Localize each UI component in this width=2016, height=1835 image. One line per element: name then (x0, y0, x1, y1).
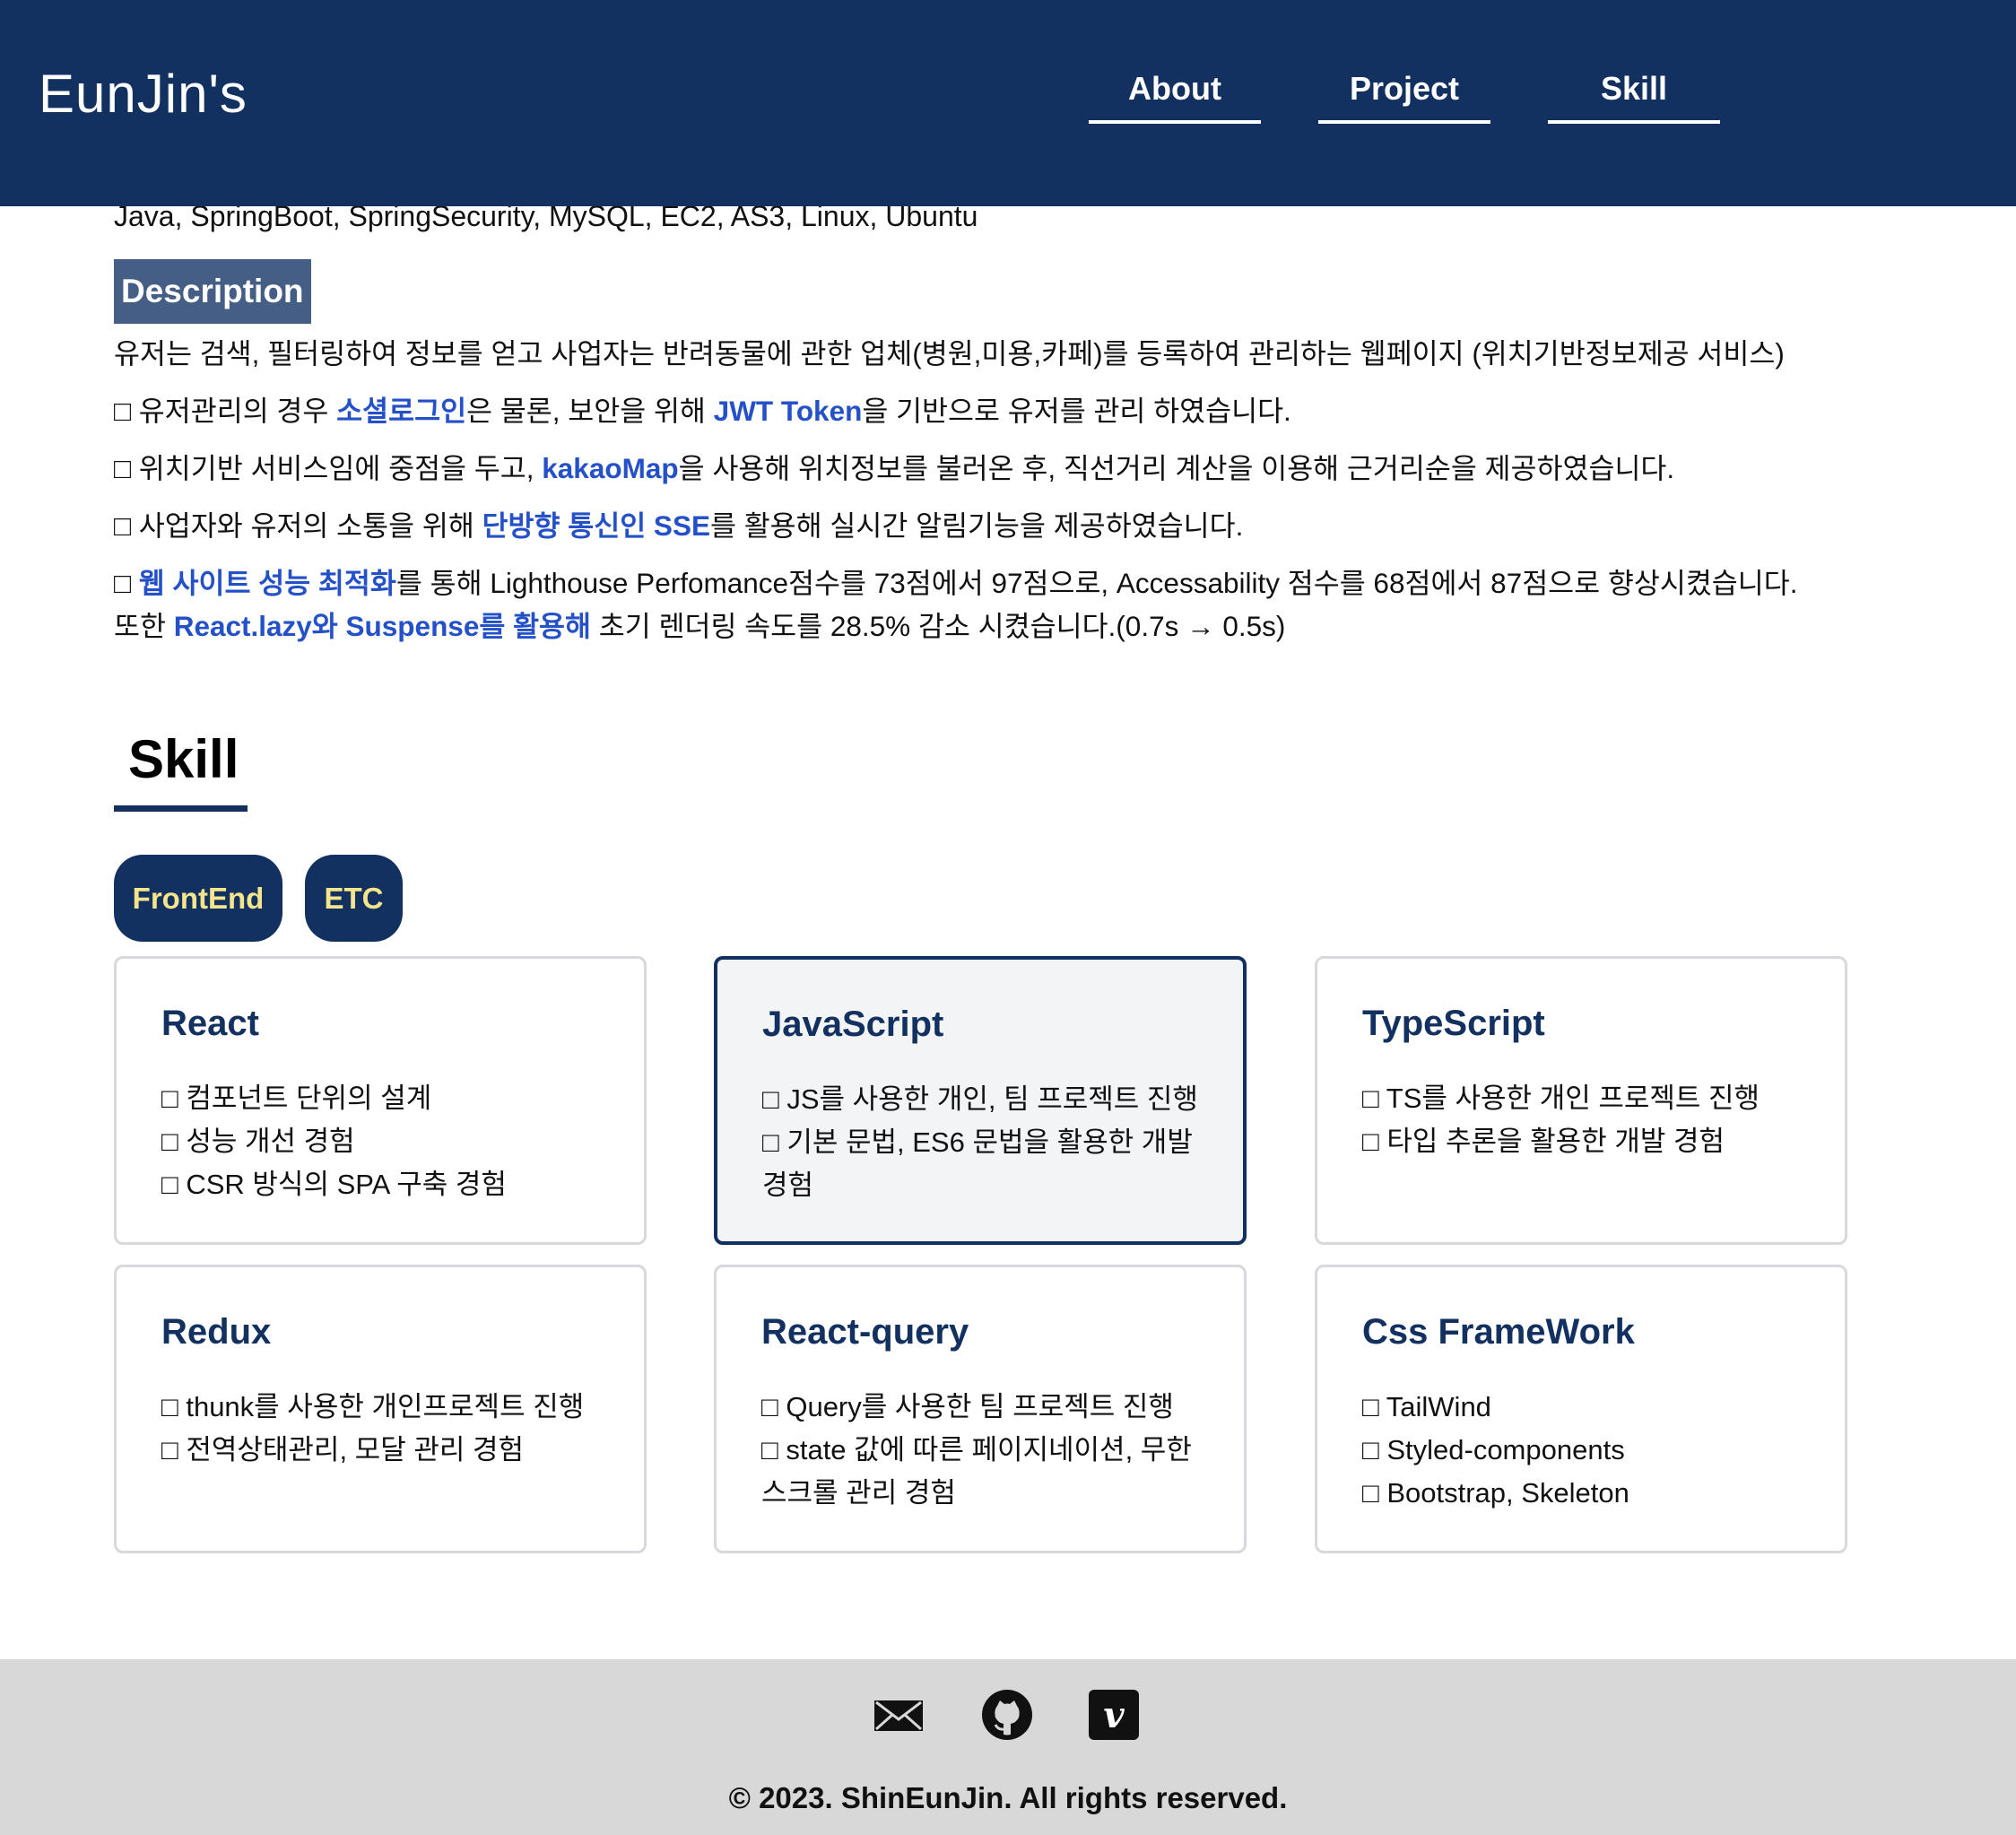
skill-card-typescript[interactable]: TypeScript □ TS를 사용한 개인 프로젝트 진행 □ 타입 추론을… (1315, 956, 1847, 1245)
card-title: Css FrameWork (1362, 1312, 1635, 1352)
bullet-3: □ 사업자와 유저의 소통을 위해 단방향 통신인 SSE를 활용해 실시간 알… (114, 509, 1244, 542)
skill-card-react-query[interactable]: React-query □ Query를 사용한 팀 프로젝트 진행 □ sta… (714, 1265, 1247, 1553)
card-title: React-query (761, 1312, 969, 1352)
card-list: □ JS를 사용한 개인, 팀 프로젝트 진행 □ 기본 문법, ES6 문법을… (762, 1078, 1207, 1207)
list-item: □ TailWind (1362, 1391, 1491, 1422)
list-item: □ 타입 추론을 활용한 개발 경험 (1362, 1126, 1725, 1157)
vimeo-icon[interactable]: v (1087, 1688, 1141, 1742)
skill-section-title: Skill (128, 729, 239, 789)
bullet-4: □ 웹 사이트 성능 최적화를 통해 Lighthouse Perfomance… (114, 567, 1798, 599)
github-icon[interactable] (980, 1688, 1034, 1742)
list-item: □ CSR 방식의 SPA 구축 경험 (161, 1169, 507, 1200)
card-list: □ Query를 사용한 팀 프로젝트 진행 □ state 값에 따른 페이지… (761, 1386, 1208, 1515)
tab-etc[interactable]: ETC (305, 855, 403, 942)
card-list: □ TS를 사용한 개인 프로젝트 진행 □ 타입 추론을 활용한 개발 경험 (1362, 1077, 1809, 1163)
list-item: □ 기본 문법, ES6 문법을 활용한 개발 경험 (762, 1126, 1193, 1201)
card-title: Redux (161, 1312, 272, 1352)
skill-card-css-framework[interactable]: Css FrameWork □ TailWind □ Styled-compon… (1315, 1265, 1847, 1553)
card-list: □ 컴포넌트 단위의 설계 □ 성능 개선 경험 □ CSR 방식의 SPA 구… (161, 1077, 608, 1206)
list-item: □ 성능 개선 경험 (161, 1126, 355, 1157)
header: EunJin's About Project Skill (0, 0, 2016, 206)
list-item: □ Bootstrap, Skeleton (1362, 1477, 1629, 1509)
nav-about[interactable]: About (1089, 70, 1261, 124)
list-item: □ state 값에 따른 페이지네이션, 무한스크롤 관리 경험 (761, 1434, 1192, 1509)
bullet-2: □ 위치기반 서비스임에 중점을 두고, kakaoMap을 사용해 위치정보를… (114, 452, 1675, 484)
description-label: Description (114, 259, 311, 324)
list-item: □ thunk를 사용한 개인프로젝트 진행 (161, 1391, 585, 1422)
mail-icon[interactable] (872, 1688, 925, 1742)
list-item: □ 전역상태관리, 모달 관리 경험 (161, 1434, 525, 1465)
bullet-4-continued: 또한 React.lazy와 Suspense를 활용해 초기 렌더링 속도를 … (114, 610, 1286, 642)
site-logo[interactable]: EunJin's (39, 63, 248, 125)
skill-title-underline (114, 805, 248, 812)
skill-card-react[interactable]: React □ 컴포넌트 단위의 설계 □ 성능 개선 경험 □ CSR 방식의… (114, 956, 647, 1245)
list-item: □ Styled-components (1362, 1434, 1625, 1465)
tab-frontend[interactable]: FrontEnd (114, 855, 282, 942)
bullet-1: □ 유저관리의 경우 소셜로그인은 물론, 보안을 위해 JWT Token을 … (114, 395, 1291, 427)
card-title: TypeScript (1362, 1004, 1545, 1043)
skill-card-javascript[interactable]: JavaScript □ JS를 사용한 개인, 팀 프로젝트 진행 □ 기본 … (714, 956, 1247, 1245)
list-item: □ TS를 사용한 개인 프로젝트 진행 (1362, 1083, 1760, 1114)
card-title: JavaScript (762, 1004, 944, 1044)
skill-card-redux[interactable]: Redux □ thunk를 사용한 개인프로젝트 진행 □ 전역상태관리, 모… (114, 1265, 647, 1553)
copyright-text: © 2023. ShinEunJin. All rights reserved. (728, 1781, 1288, 1814)
nav-project[interactable]: Project (1318, 70, 1490, 124)
card-title: React (161, 1004, 259, 1043)
list-item: □ JS를 사용한 개인, 팀 프로젝트 진행 (762, 1083, 1198, 1115)
nav-skill[interactable]: Skill (1548, 70, 1720, 124)
card-list: □ thunk를 사용한 개인프로젝트 진행 □ 전역상태관리, 모달 관리 경… (161, 1386, 608, 1472)
svg-text:v: v (1103, 1694, 1125, 1736)
card-list: □ TailWind □ Styled-components □ Bootstr… (1362, 1386, 1809, 1515)
list-item: □ 컴포넌트 단위의 설계 (161, 1083, 432, 1114)
list-item: □ Query를 사용한 팀 프로젝트 진행 (761, 1391, 1174, 1422)
project-summary: 유저는 검색, 필터링하여 정보를 얻고 사업자는 반려동물에 관한 업체(병원… (114, 337, 1785, 370)
